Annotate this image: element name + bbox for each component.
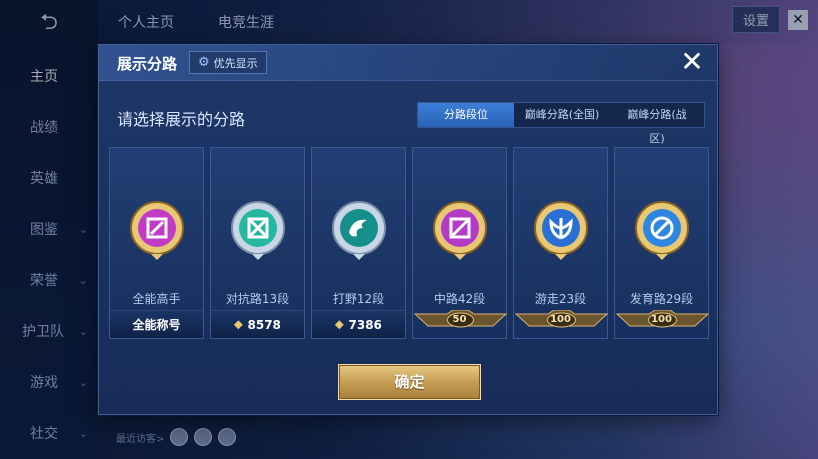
segment-peak-region[interactable]: 巅峰分路(战区) [610, 103, 704, 145]
peak-score-icon: ⬥ [335, 317, 344, 331]
close-icon: ✕ [680, 45, 704, 78]
lane-card-label: 全能高手 [132, 292, 181, 306]
dialog-title: 展示分路 [117, 55, 178, 73]
peak-score-value: 8578 [247, 317, 281, 332]
clash-lane-badge-icon [231, 201, 285, 260]
lane-card-label: 打野12段 [332, 292, 385, 306]
segment-peak-national[interactable]: 巅峰分路(全国) [514, 103, 610, 127]
gear-icon: ⚙ [198, 55, 210, 70]
dialog-titlebar: 展示分路 ⚙ 优先显示 ✕ [99, 45, 717, 81]
farm-lane-badge-icon [635, 201, 689, 260]
lane-card-mid[interactable]: 中路42段 50 [412, 147, 508, 339]
jungle-badge-icon [332, 201, 386, 260]
priority-display-button[interactable]: ⚙ 优先显示 [189, 51, 267, 74]
rank-number: 100 [550, 314, 571, 325]
segment-lane-rank[interactable]: 分路段位 [418, 103, 514, 127]
close-button[interactable]: ✕ [679, 48, 705, 76]
priority-display-label: 优先显示 [213, 56, 258, 70]
rank-plate: 100 [615, 309, 710, 338]
lane-card-label: 中路42段 [433, 292, 486, 306]
dialog-subtitle: 请选择展示的分路 [117, 110, 246, 129]
rank-plate: 50 [413, 309, 508, 338]
lane-card-jungle[interactable]: 打野12段 ⬥ 7386 [311, 147, 406, 339]
lane-card-label: 发育路29段 [629, 292, 694, 306]
peak-score-value: 7386 [348, 317, 382, 332]
rank-number: 100 [651, 314, 672, 325]
lane-card-allround[interactable]: 全能高手 全能称号 [109, 147, 204, 339]
lane-card-roam[interactable]: 游走23段 100 [513, 147, 609, 339]
roam-badge-icon [534, 201, 588, 260]
lane-card-footer: ⬥ 7386 [312, 310, 405, 338]
confirm-button[interactable]: 确定 [338, 364, 481, 400]
lane-card-footer: 全能称号 [110, 310, 203, 338]
lane-card-label: 对抗路13段 [225, 292, 290, 306]
peak-score-icon: ⬥ [234, 317, 243, 331]
lane-card-farm[interactable]: 发育路29段 100 [614, 147, 710, 339]
mid-lane-badge-icon [433, 201, 487, 260]
allround-badge-icon [130, 201, 184, 260]
lane-card-label: 游走23段 [534, 292, 587, 306]
allround-title-text: 全能称号 [132, 318, 181, 332]
lane-mode-segmented: 分路段位 巅峰分路(全国) 巅峰分路(战区) [417, 102, 705, 145]
lane-card-clash[interactable]: 对抗路13段 ⬥ 8578 [210, 147, 305, 339]
rank-plate: 100 [514, 309, 609, 338]
rank-number: 50 [452, 314, 467, 325]
lane-card-footer: ⬥ 8578 [211, 310, 304, 338]
display-lane-dialog: 展示分路 ⚙ 优先显示 ✕ 请选择展示的分路 分路段位 巅峰分路(全国) 巅峰分… [98, 44, 718, 415]
